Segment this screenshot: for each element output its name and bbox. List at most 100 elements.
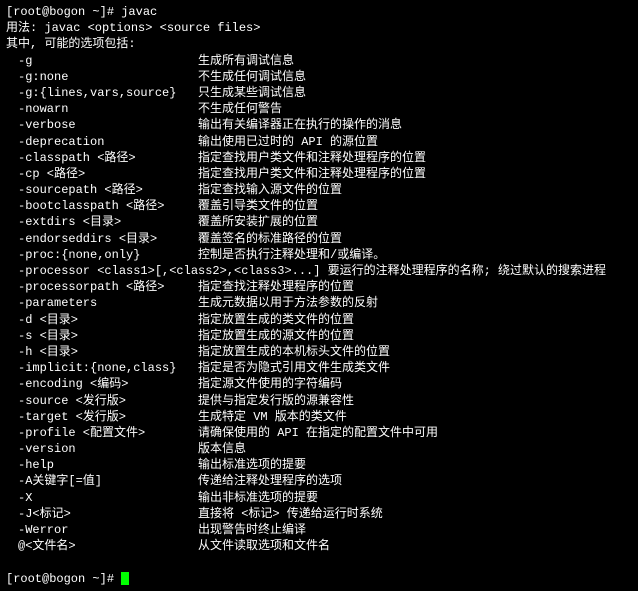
option-row: -encoding <编码>指定源文件使用的字符编码 <box>6 376 632 392</box>
option-desc: 传递给注释处理程序的选项 <box>198 473 342 489</box>
option-row: -g:{lines,vars,source}只生成某些调试信息 <box>6 85 632 101</box>
option-desc: 不生成任何调试信息 <box>198 69 306 85</box>
option-flag: -h <目录> <box>18 344 198 360</box>
option-desc: 覆盖签名的标准路径的位置 <box>198 231 342 247</box>
option-row: -h <目录>指定放置生成的本机标头文件的位置 <box>6 344 632 360</box>
option-row: -g生成所有调试信息 <box>6 53 632 69</box>
option-desc: 指定查找用户类文件和注释处理程序的位置 <box>198 150 426 166</box>
option-desc: 提供与指定发行版的源兼容性 <box>198 393 354 409</box>
option-flag: -verbose <box>18 117 198 133</box>
option-desc: 指定是否为隐式引用文件生成类文件 <box>198 360 390 376</box>
option-row: -J<标记>直接将 <标记> 传递给运行时系统 <box>6 506 632 522</box>
option-row: -parameters生成元数据以用于方法参数的反射 <box>6 295 632 311</box>
option-row: -bootclasspath <路径>覆盖引导类文件的位置 <box>6 198 632 214</box>
option-flag: -parameters <box>18 295 198 311</box>
option-row: -deprecation输出使用已过时的 API 的源位置 <box>6 134 632 150</box>
option-flag: -A关键字[=值] <box>18 473 198 489</box>
option-desc: 输出标准选项的提要 <box>198 457 306 473</box>
option-flag: -g:none <box>18 69 198 85</box>
option-desc: 直接将 <标记> 传递给运行时系统 <box>198 506 383 522</box>
option-row: -processor <class1>[,<class2>,<class3>..… <box>6 263 632 279</box>
option-desc: 生成所有调试信息 <box>198 53 294 69</box>
option-desc: 覆盖引导类文件的位置 <box>198 198 318 214</box>
option-desc: 覆盖所安装扩展的位置 <box>198 214 318 230</box>
option-row: -endorseddirs <目录>覆盖签名的标准路径的位置 <box>6 231 632 247</box>
option-flag: -help <box>18 457 198 473</box>
option-desc: 版本信息 <box>198 441 246 457</box>
option-flag: -endorseddirs <目录> <box>18 231 198 247</box>
option-row: -classpath <路径>指定查找用户类文件和注释处理程序的位置 <box>6 150 632 166</box>
option-row: -target <发行版>生成特定 VM 版本的类文件 <box>6 409 632 425</box>
option-row: -implicit:{none,class}指定是否为隐式引用文件生成类文件 <box>6 360 632 376</box>
option-row: -version版本信息 <box>6 441 632 457</box>
option-row: -A关键字[=值]传递给注释处理程序的选项 <box>6 473 632 489</box>
option-flag: -deprecation <box>18 134 198 150</box>
option-flag: -proc:{none,only} <box>18 247 198 263</box>
option-desc: 指定放置生成的源文件的位置 <box>198 328 354 344</box>
option-desc: 输出使用已过时的 API 的源位置 <box>198 134 378 150</box>
option-flag: @<文件名> <box>18 538 198 554</box>
option-flag: -nowarn <box>18 101 198 117</box>
option-desc: 生成特定 VM 版本的类文件 <box>198 409 347 425</box>
option-desc: 出现警告时终止编译 <box>198 522 306 538</box>
option-desc: 指定查找输入源文件的位置 <box>198 182 342 198</box>
option-row: -nowarn不生成任何警告 <box>6 101 632 117</box>
option-row: -source <发行版>提供与指定发行版的源兼容性 <box>6 393 632 409</box>
option-row: -sourcepath <路径>指定查找输入源文件的位置 <box>6 182 632 198</box>
option-flag: -g:{lines,vars,source} <box>18 85 198 101</box>
prompt-current[interactable]: [root@bogon ~]# <box>6 571 632 587</box>
option-row: -d <目录>指定放置生成的类文件的位置 <box>6 312 632 328</box>
option-desc: 指定放置生成的类文件的位置 <box>198 312 354 328</box>
option-row: -g:none不生成任何调试信息 <box>6 69 632 85</box>
option-row: @<文件名>从文件读取选项和文件名 <box>6 538 632 554</box>
option-desc: 指定源文件使用的字符编码 <box>198 376 342 392</box>
blank-line <box>6 554 632 570</box>
option-row: -extdirs <目录>覆盖所安装扩展的位置 <box>6 214 632 230</box>
option-row: -proc:{none,only}控制是否执行注释处理和/或编译。 <box>6 247 632 263</box>
option-flag: -J<标记> <box>18 506 198 522</box>
option-desc: 输出非标准选项的提要 <box>198 490 318 506</box>
option-row: -X输出非标准选项的提要 <box>6 490 632 506</box>
option-row: -help输出标准选项的提要 <box>6 457 632 473</box>
option-flag: -processorpath <路径> <box>18 279 198 295</box>
option-row: -s <目录>指定放置生成的源文件的位置 <box>6 328 632 344</box>
option-row: -profile <配置文件>请确保使用的 API 在指定的配置文件中可用 <box>6 425 632 441</box>
option-flag: -d <目录> <box>18 312 198 328</box>
option-flag: -classpath <路径> <box>18 150 198 166</box>
option-desc: 控制是否执行注释处理和/或编译。 <box>198 247 385 263</box>
option-flag: -s <目录> <box>18 328 198 344</box>
option-desc: 从文件读取选项和文件名 <box>198 538 330 554</box>
prompt-text: [root@bogon ~]# <box>6 572 121 586</box>
option-flag: -profile <配置文件> <box>18 425 198 441</box>
option-flag: -bootclasspath <路径> <box>18 198 198 214</box>
option-desc: 生成元数据以用于方法参数的反射 <box>198 295 378 311</box>
option-desc: 请确保使用的 API 在指定的配置文件中可用 <box>198 425 438 441</box>
option-flag: -sourcepath <路径> <box>18 182 198 198</box>
option-desc: 指定查找注释处理程序的位置 <box>198 279 354 295</box>
option-row: -verbose输出有关编译器正在执行的操作的消息 <box>6 117 632 133</box>
option-desc: 输出有关编译器正在执行的操作的消息 <box>198 117 402 133</box>
terminal-output[interactable]: [root@bogon ~]# javac 用法: javac <options… <box>0 0 638 591</box>
option-flag: -version <box>18 441 198 457</box>
option-flag: -target <发行版> <box>18 409 198 425</box>
intro-line: 其中, 可能的选项包括: <box>6 36 632 52</box>
option-flag: -Werror <box>18 522 198 538</box>
prompt-line: [root@bogon ~]# javac <box>6 4 632 20</box>
cursor-block <box>121 572 129 585</box>
option-row: -cp <路径>指定查找用户类文件和注释处理程序的位置 <box>6 166 632 182</box>
option-flag: -encoding <编码> <box>18 376 198 392</box>
option-flag: -extdirs <目录> <box>18 214 198 230</box>
option-row: -processorpath <路径>指定查找注释处理程序的位置 <box>6 279 632 295</box>
option-flag: -X <box>18 490 198 506</box>
option-flag: -implicit:{none,class} <box>18 360 198 376</box>
option-desc: 不生成任何警告 <box>198 101 282 117</box>
option-flag: -source <发行版> <box>18 393 198 409</box>
option-row: -Werror出现警告时终止编译 <box>6 522 632 538</box>
option-desc: 只生成某些调试信息 <box>198 85 306 101</box>
option-flag: -g <box>18 53 198 69</box>
option-desc: 指定放置生成的本机标头文件的位置 <box>198 344 390 360</box>
usage-line: 用法: javac <options> <source files> <box>6 20 632 36</box>
options-list: -g生成所有调试信息-g:none不生成任何调试信息-g:{lines,vars… <box>6 53 632 555</box>
option-desc: 指定查找用户类文件和注释处理程序的位置 <box>198 166 426 182</box>
option-flag: -cp <路径> <box>18 166 198 182</box>
